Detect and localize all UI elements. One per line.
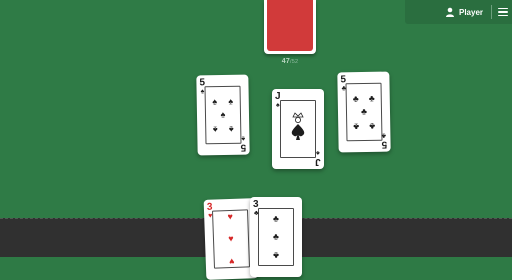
card-rank: 5 xyxy=(381,138,388,150)
club-icon: ♣ xyxy=(353,121,360,132)
spade-icon: ♠ xyxy=(276,102,280,109)
club-icon: ♣ xyxy=(369,121,376,132)
card-rank: 5 xyxy=(240,141,247,153)
card-rank: 5 xyxy=(340,74,347,86)
table-card-5-clubs[interactable]: 5 ♣ ♣ ♣ ♣ ♣ ♣ ♣ 5 xyxy=(337,71,391,153)
card-rank: J xyxy=(315,156,321,167)
table-card-5-spades[interactable]: 5 ♠ ♠ ♠ ♠ ♠ ♠ ♠ 5 xyxy=(196,74,250,156)
topbar-divider xyxy=(491,5,493,19)
club-icon: ♣ xyxy=(352,93,359,104)
hamburger-menu-icon[interactable] xyxy=(498,8,509,16)
heart-icon: ♥ xyxy=(208,212,213,220)
heart-icon: ♥ xyxy=(228,256,235,267)
card-back xyxy=(267,0,313,51)
spade-icon: ♠ xyxy=(200,88,205,96)
heart-icon: ♥ xyxy=(227,211,234,222)
table-card-jack-spades[interactable]: J ♠ ♠ J xyxy=(272,89,324,169)
player-button[interactable]: Player xyxy=(445,7,483,17)
heart-icon: ♥ xyxy=(228,233,234,244)
player-name: Player xyxy=(459,7,484,17)
hand-card-3-clubs[interactable]: 3 ♣ ♣ ♣ ♣ xyxy=(250,197,302,277)
user-icon xyxy=(446,7,454,17)
card-rank: 3 xyxy=(253,199,259,210)
club-icon: ♣ xyxy=(341,85,347,93)
spade-icon: ♠ xyxy=(212,124,218,135)
club-icon: ♣ xyxy=(273,213,279,224)
card-rank: 3 xyxy=(206,201,213,213)
spade-icon: ♠ xyxy=(228,96,234,107)
spade-icon: ♠ xyxy=(212,96,218,107)
draw-deck[interactable] xyxy=(264,0,316,54)
spade-icon: ♠ xyxy=(220,109,226,120)
deck-count: 47/52 xyxy=(264,58,316,65)
club-icon: ♣ xyxy=(360,106,368,117)
deck-count-current: 47 xyxy=(281,58,290,65)
deck-count-total: /52 xyxy=(289,59,299,65)
card-rank: J xyxy=(275,91,281,102)
top-bar: Player xyxy=(405,0,512,24)
club-icon: ♣ xyxy=(273,250,279,261)
club-icon: ♣ xyxy=(273,231,279,242)
card-rank: 5 xyxy=(199,77,206,89)
jack-face-icon xyxy=(291,112,305,140)
spade-icon: ♠ xyxy=(228,124,234,135)
club-icon: ♣ xyxy=(368,93,375,104)
club-icon: ♣ xyxy=(254,210,259,217)
spade-icon: ♠ xyxy=(316,149,320,156)
